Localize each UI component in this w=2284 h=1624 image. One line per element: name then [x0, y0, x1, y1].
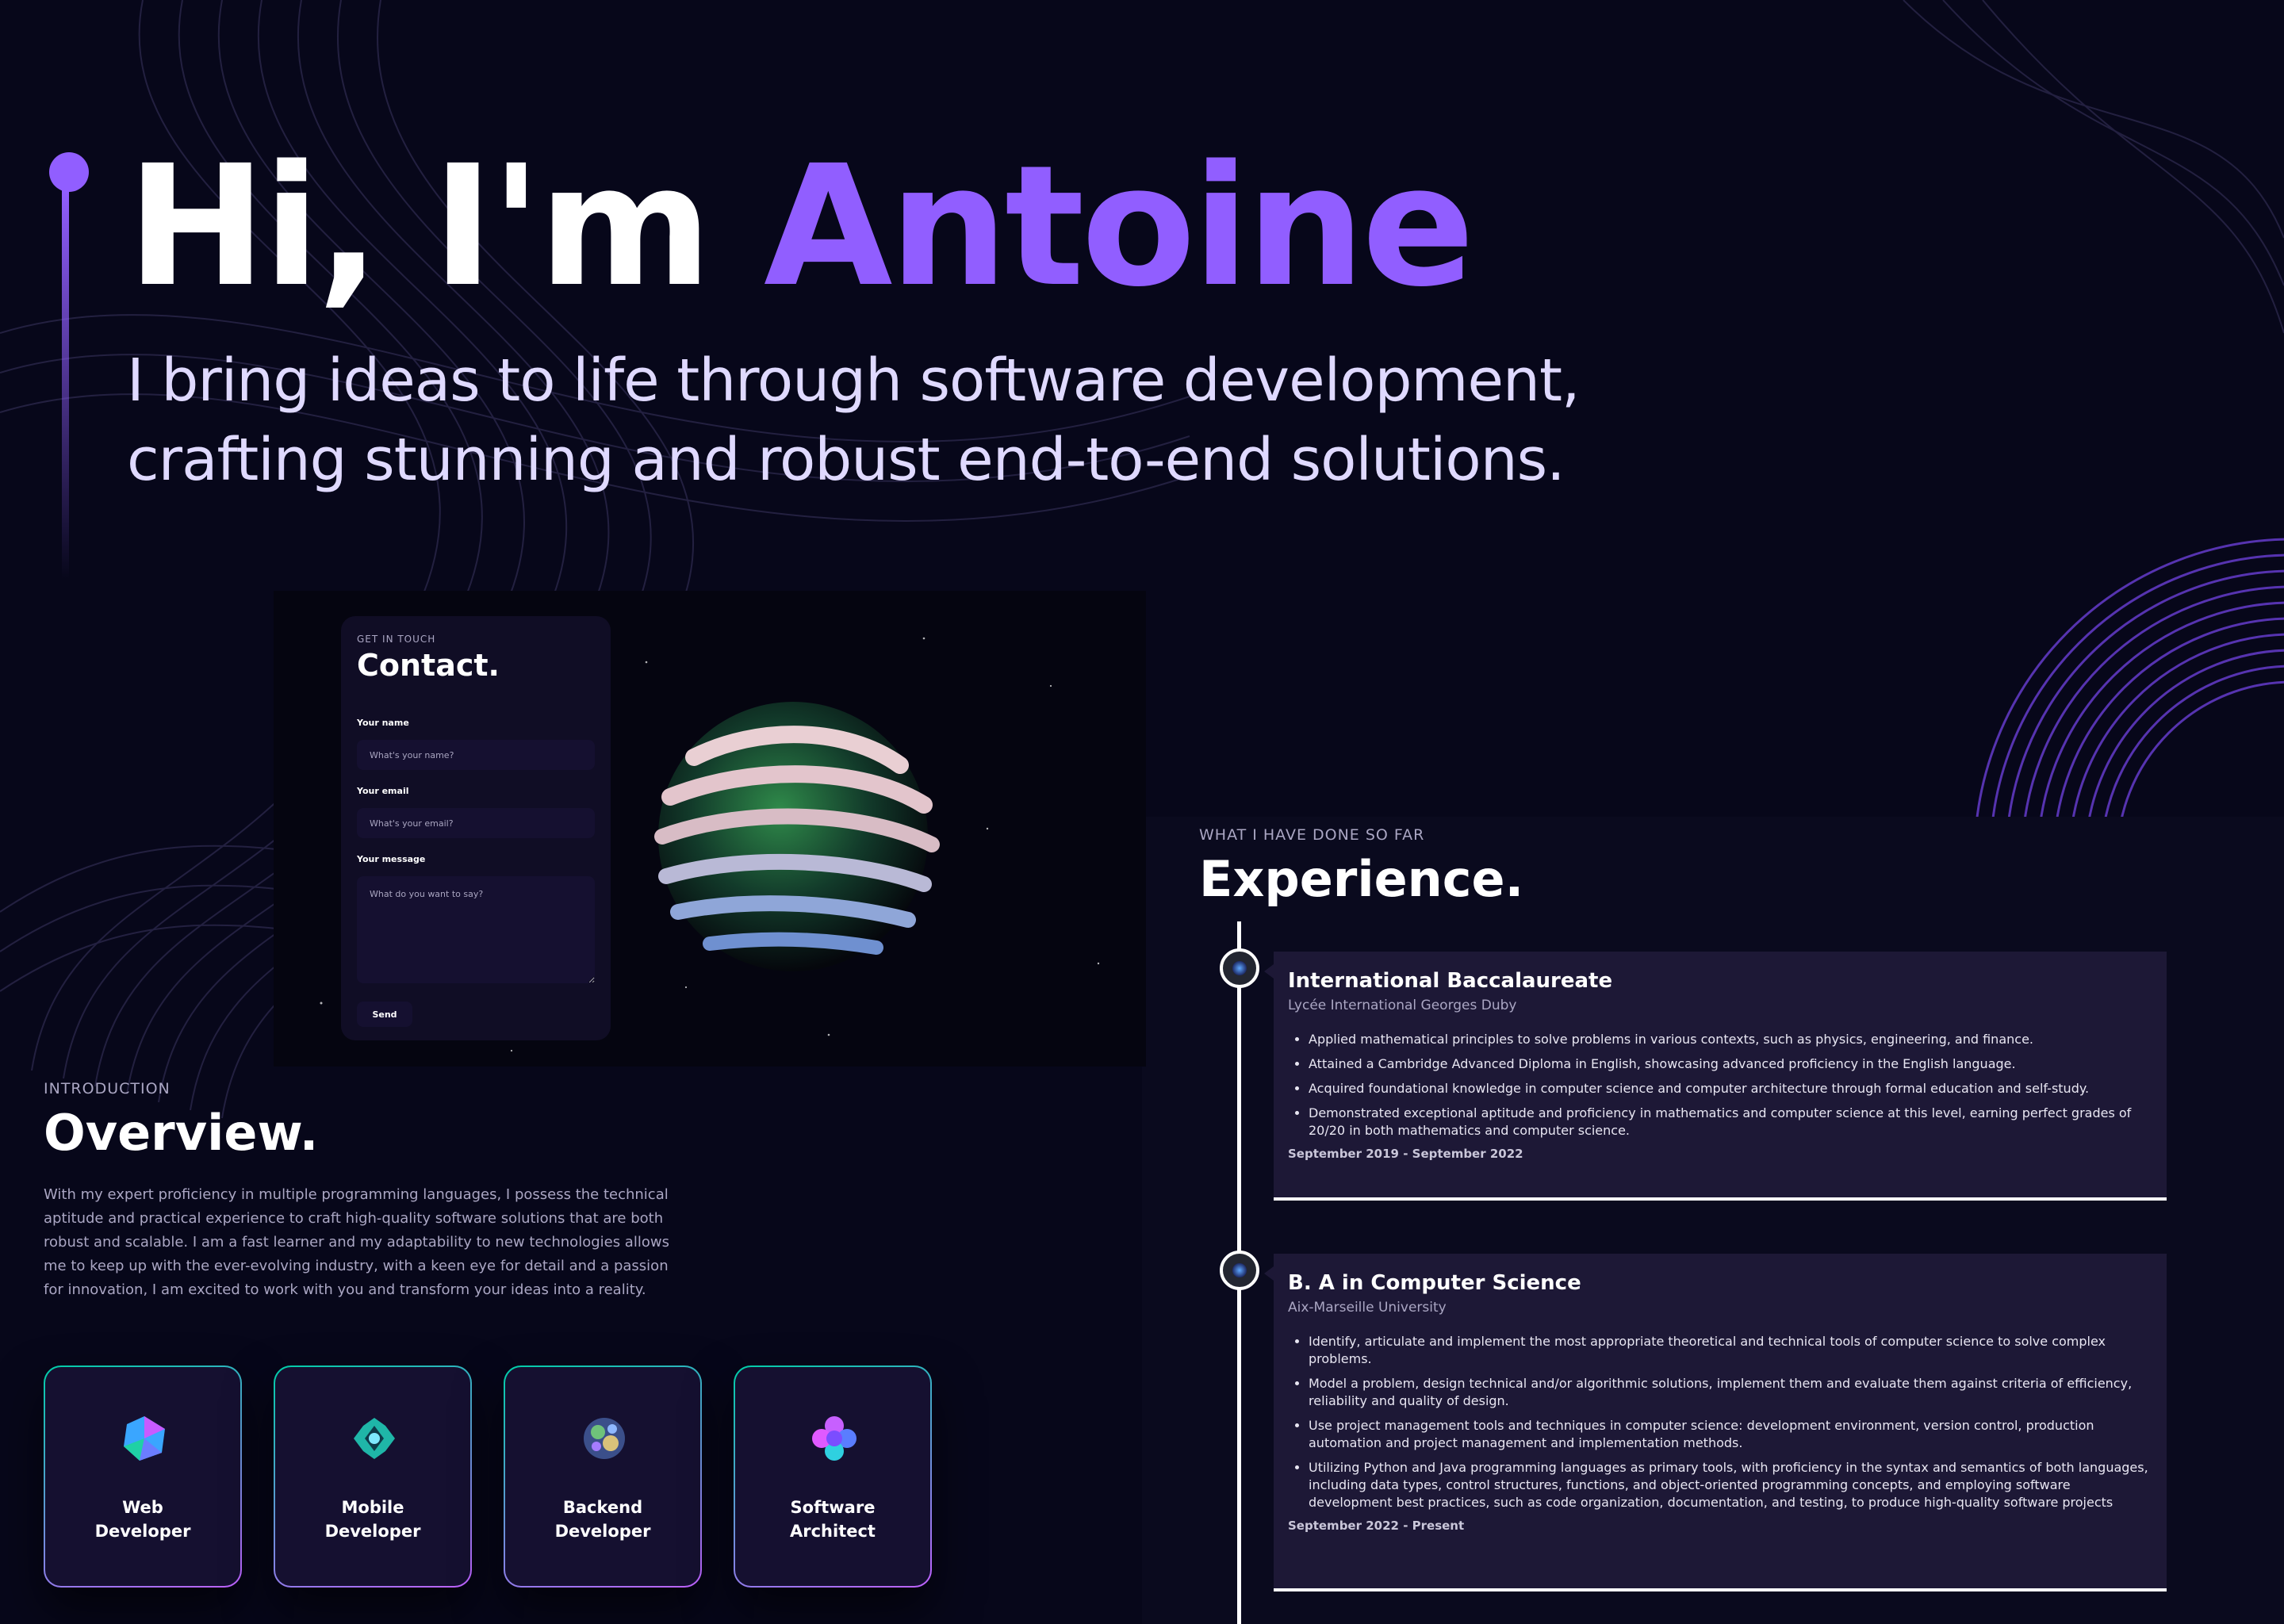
hero-subtitle: I bring ideas to life through software d…: [127, 341, 2189, 500]
software-architect-icon: [812, 1416, 856, 1461]
message-label: Your message: [357, 854, 426, 864]
experience-date-1: September 2019 - September 2022: [1288, 1147, 1523, 1161]
name-input[interactable]: [357, 740, 595, 770]
list-item: Applied mathematical principles to solve…: [1309, 1031, 2152, 1048]
overview-title: Overview.: [44, 1104, 319, 1162]
experience-points-2: Identify, articulate and implement the m…: [1288, 1333, 2152, 1511]
service-card-mobile[interactable]: Mobile Developer: [274, 1365, 472, 1588]
hero-greeting: Hi, I'm: [127, 129, 712, 324]
hero-title: Hi, I'm Antoine: [127, 127, 1475, 327]
experience-title-2: B. A in Computer Science: [1288, 1271, 1581, 1295]
name-label: Your name: [357, 718, 409, 728]
hero-subtitle-line1: I bring ideas to life through software d…: [127, 347, 1580, 415]
list-item: Acquired foundational knowledge in compu…: [1309, 1080, 2152, 1097]
list-item: Identify, articulate and implement the m…: [1309, 1333, 2152, 1368]
contact-title: Contact.: [357, 648, 500, 683]
backend-developer-icon: [584, 1418, 625, 1459]
mobile-developer-icon: [354, 1418, 395, 1459]
experience-subtitle: WHAT I HAVE DONE SO FAR: [1199, 826, 1425, 844]
list-item: Model a problem, design technical and/or…: [1309, 1375, 2152, 1410]
overview-subtitle: INTRODUCTION: [44, 1080, 171, 1097]
hero-timeline-dot: [49, 152, 89, 192]
overview-text: With my expert proficiency in multiple p…: [44, 1186, 669, 1298]
timeline-dot-2: [1220, 1251, 1259, 1290]
email-input[interactable]: [357, 808, 595, 838]
contact-form-card: GET IN TOUCH Contact. Your name Your ema…: [341, 616, 611, 1040]
list-item: Use project management tools and techniq…: [1309, 1417, 2152, 1452]
list-item: Demonstrated exceptional aptitude and pr…: [1309, 1105, 2152, 1139]
hero-subtitle-line2: crafting stunning and robust end-to-end …: [127, 426, 1565, 494]
experience-title: Experience.: [1199, 850, 1524, 908]
service-card-web[interactable]: Web Developer: [44, 1365, 242, 1588]
service-label-architect: Software Architect: [790, 1498, 876, 1541]
earth-globe-icon[interactable]: [638, 678, 948, 987]
web-developer-icon: [124, 1416, 165, 1461]
experience-points-1: Applied mathematical principles to solve…: [1288, 1031, 2152, 1139]
hero-timeline-line: [62, 190, 69, 579]
service-card-backend[interactable]: Backend Developer: [504, 1365, 702, 1588]
hero-name: Antoine: [764, 129, 1475, 324]
experience-date-2: September 2022 - Present: [1288, 1519, 1465, 1533]
experience-card-2: B. A in Computer Science Aix-Marseille U…: [1264, 1254, 2167, 1591]
experience-org-2: Aix-Marseille University: [1288, 1300, 1447, 1316]
planet-arc-decoration: [1975, 538, 2284, 825]
school-icon: [1232, 961, 1247, 975]
service-label-web: Web Developer: [94, 1498, 191, 1541]
send-button[interactable]: Send: [357, 1002, 412, 1027]
service-card-architect[interactable]: Software Architect: [734, 1365, 932, 1588]
message-textarea[interactable]: [357, 876, 595, 983]
service-label-mobile: Mobile Developer: [324, 1498, 421, 1541]
experience-card-1: International Baccalaureate Lycée Intern…: [1264, 952, 2167, 1201]
timeline-dot-1: [1220, 948, 1259, 988]
list-item: Attained a Cambridge Advanced Diploma in…: [1309, 1055, 2152, 1073]
contact-subtitle: GET IN TOUCH: [357, 634, 436, 645]
university-icon: [1232, 1263, 1247, 1277]
service-label-backend: Backend Developer: [554, 1498, 651, 1541]
experience-title-1: International Baccalaureate: [1288, 969, 1613, 993]
list-item: Utilizing Python and Java programming la…: [1309, 1459, 2152, 1511]
email-label: Your email: [357, 786, 409, 796]
experience-org-1: Lycée International Georges Duby: [1288, 998, 1517, 1013]
